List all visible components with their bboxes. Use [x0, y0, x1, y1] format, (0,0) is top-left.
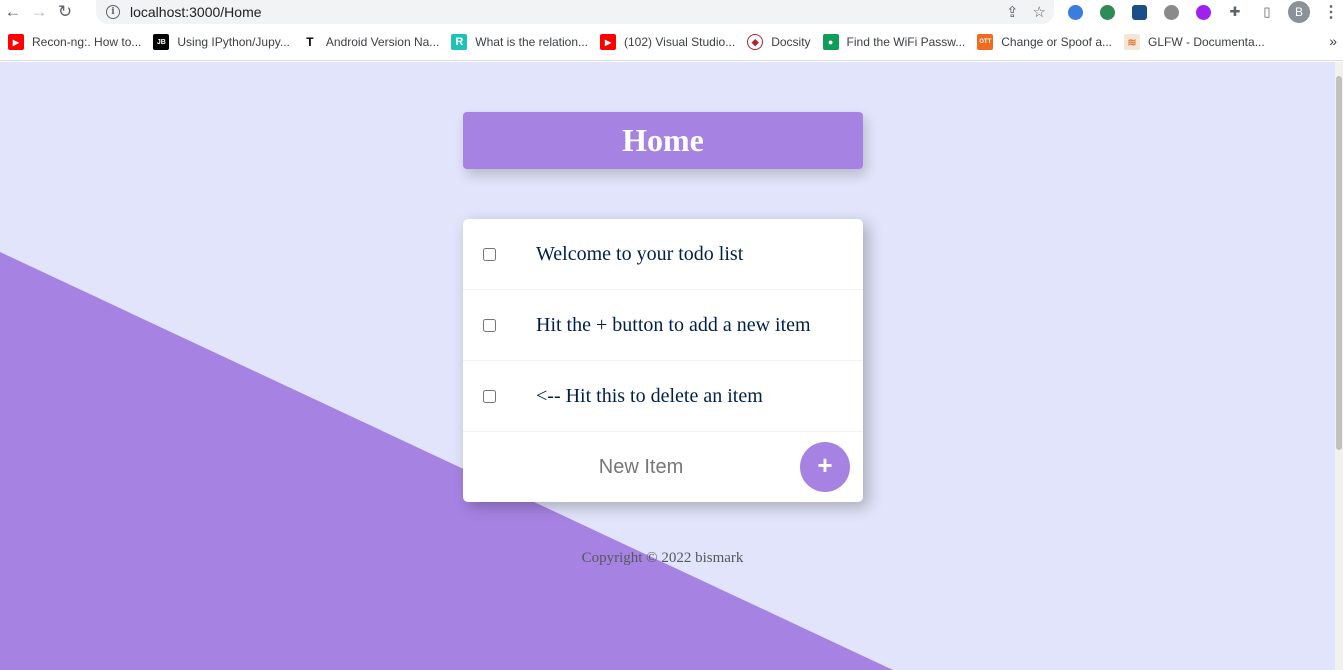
bug-extension-icon[interactable] — [1160, 1, 1182, 23]
scrollbar[interactable] — [1335, 62, 1343, 670]
bookmark-item[interactable]: OTT Change or Spoof a... — [971, 28, 1118, 56]
item-text: <-- Hit this to delete an item — [536, 384, 763, 407]
bookmark-label: Recon-ng:. How to... — [32, 35, 142, 49]
add-item-button[interactable]: + — [800, 442, 850, 492]
bookmark-item[interactable]: ▶ Recon-ng:. How to... — [2, 28, 147, 56]
t-logo-icon: T — [306, 35, 314, 49]
forward-arrow-icon[interactable]: → — [26, 0, 52, 24]
bookmark-label: GLFW - Documenta... — [1148, 35, 1265, 49]
bookmark-item[interactable]: ◆ Docsity — [741, 28, 816, 56]
url-text[interactable]: localhost:3000/Home — [130, 4, 262, 20]
list-item: Welcome to your todo list — [463, 219, 863, 290]
reload-icon[interactable]: ↻ — [52, 0, 78, 24]
ott-icon: OTT — [977, 34, 994, 50]
extensions-row: ✚ ▯ B ⋮ — [1064, 0, 1342, 24]
page-viewport: Home Welcome to your todo list Hit the +… — [0, 62, 1343, 670]
bookmark-item[interactable]: T Android Version Na... — [296, 28, 445, 56]
heading-box: Home — [463, 112, 863, 169]
page-title: Home — [622, 122, 704, 158]
graduation-cap-extension-icon[interactable] — [1064, 1, 1086, 23]
bookmark-star-icon[interactable]: ☆ — [1033, 3, 1046, 21]
purple-extension-icon[interactable] — [1192, 1, 1214, 23]
back-arrow-icon[interactable]: ← — [0, 0, 26, 24]
bookmark-label: Change or Spoof a... — [1001, 35, 1112, 49]
r-logo-icon: R — [451, 34, 468, 50]
share-icon[interactable]: ⇪ — [1006, 3, 1019, 21]
person-icon: ● — [822, 34, 839, 50]
youtube-icon: ▶ — [600, 34, 617, 50]
scrollbar-thumb[interactable] — [1336, 76, 1342, 450]
list-item: <-- Hit this to delete an item — [463, 361, 863, 432]
item-checkbox[interactable] — [483, 247, 496, 261]
footer: Copyright © 2022 bismark — [0, 550, 1325, 567]
bookmark-item[interactable]: ▶ (102) Visual Studio... — [594, 28, 741, 56]
new-item-form: + — [463, 432, 863, 502]
bookmark-label: (102) Visual Studio... — [624, 35, 736, 49]
todo-card: Welcome to your todo list Hit the + butt… — [463, 219, 863, 502]
list-item: Hit the + button to add a new item — [463, 290, 863, 361]
puzzle-piece-icon[interactable]: ✚ — [1224, 1, 1246, 23]
bookmark-item[interactable]: ● Find the WiFi Passw... — [817, 28, 972, 56]
youtube-icon: ▶ — [8, 34, 24, 50]
site-info-icon[interactable]: i — [106, 5, 120, 19]
side-panel-icon[interactable]: ▯ — [1256, 1, 1278, 23]
browser-toolbar: ← → ↻ i localhost:3000/Home ⇪ ☆ ✚ ▯ B ⋮ — [0, 0, 1343, 24]
bookmark-label: Docsity — [771, 35, 811, 49]
item-checkbox[interactable] — [483, 389, 496, 403]
new-item-input[interactable] — [493, 446, 789, 488]
toolbox-extension-icon[interactable] — [1128, 1, 1150, 23]
docsity-icon: ◆ — [747, 34, 764, 50]
bookmark-label: What is the relation... — [475, 35, 589, 49]
item-text: Welcome to your todo list — [536, 242, 744, 265]
bookmark-item[interactable]: JB Using IPython/Jupy... — [147, 28, 296, 56]
more-menu-icon[interactable]: ⋮ — [1320, 1, 1342, 23]
address-bar[interactable]: i localhost:3000/Home ⇪ ☆ — [96, 0, 1054, 24]
copyright-text: Copyright © 2022 bismark — [581, 550, 744, 566]
item-text: Hit the + button to add a new item — [536, 313, 811, 336]
bookmark-item[interactable]: R What is the relation... — [445, 28, 594, 56]
bookmarks-bar: ▶ Recon-ng:. How to... JB Using IPython/… — [0, 24, 1343, 61]
more-bookmarks-chevron-icon[interactable]: » — [1329, 33, 1337, 49]
bookmark-label: Find the WiFi Passw... — [846, 35, 966, 49]
jetbrains-icon: JB — [153, 34, 170, 50]
glfw-icon: ≋ — [1124, 34, 1140, 50]
globe-extension-icon[interactable] — [1096, 1, 1118, 23]
bookmark-label: Using IPython/Jupy... — [177, 35, 290, 49]
bookmark-item[interactable]: ≋ GLFW - Documenta... — [1118, 28, 1271, 56]
profile-avatar[interactable]: B — [1288, 1, 1310, 23]
item-checkbox[interactable] — [483, 318, 496, 332]
bookmark-label: Android Version Na... — [325, 35, 440, 49]
